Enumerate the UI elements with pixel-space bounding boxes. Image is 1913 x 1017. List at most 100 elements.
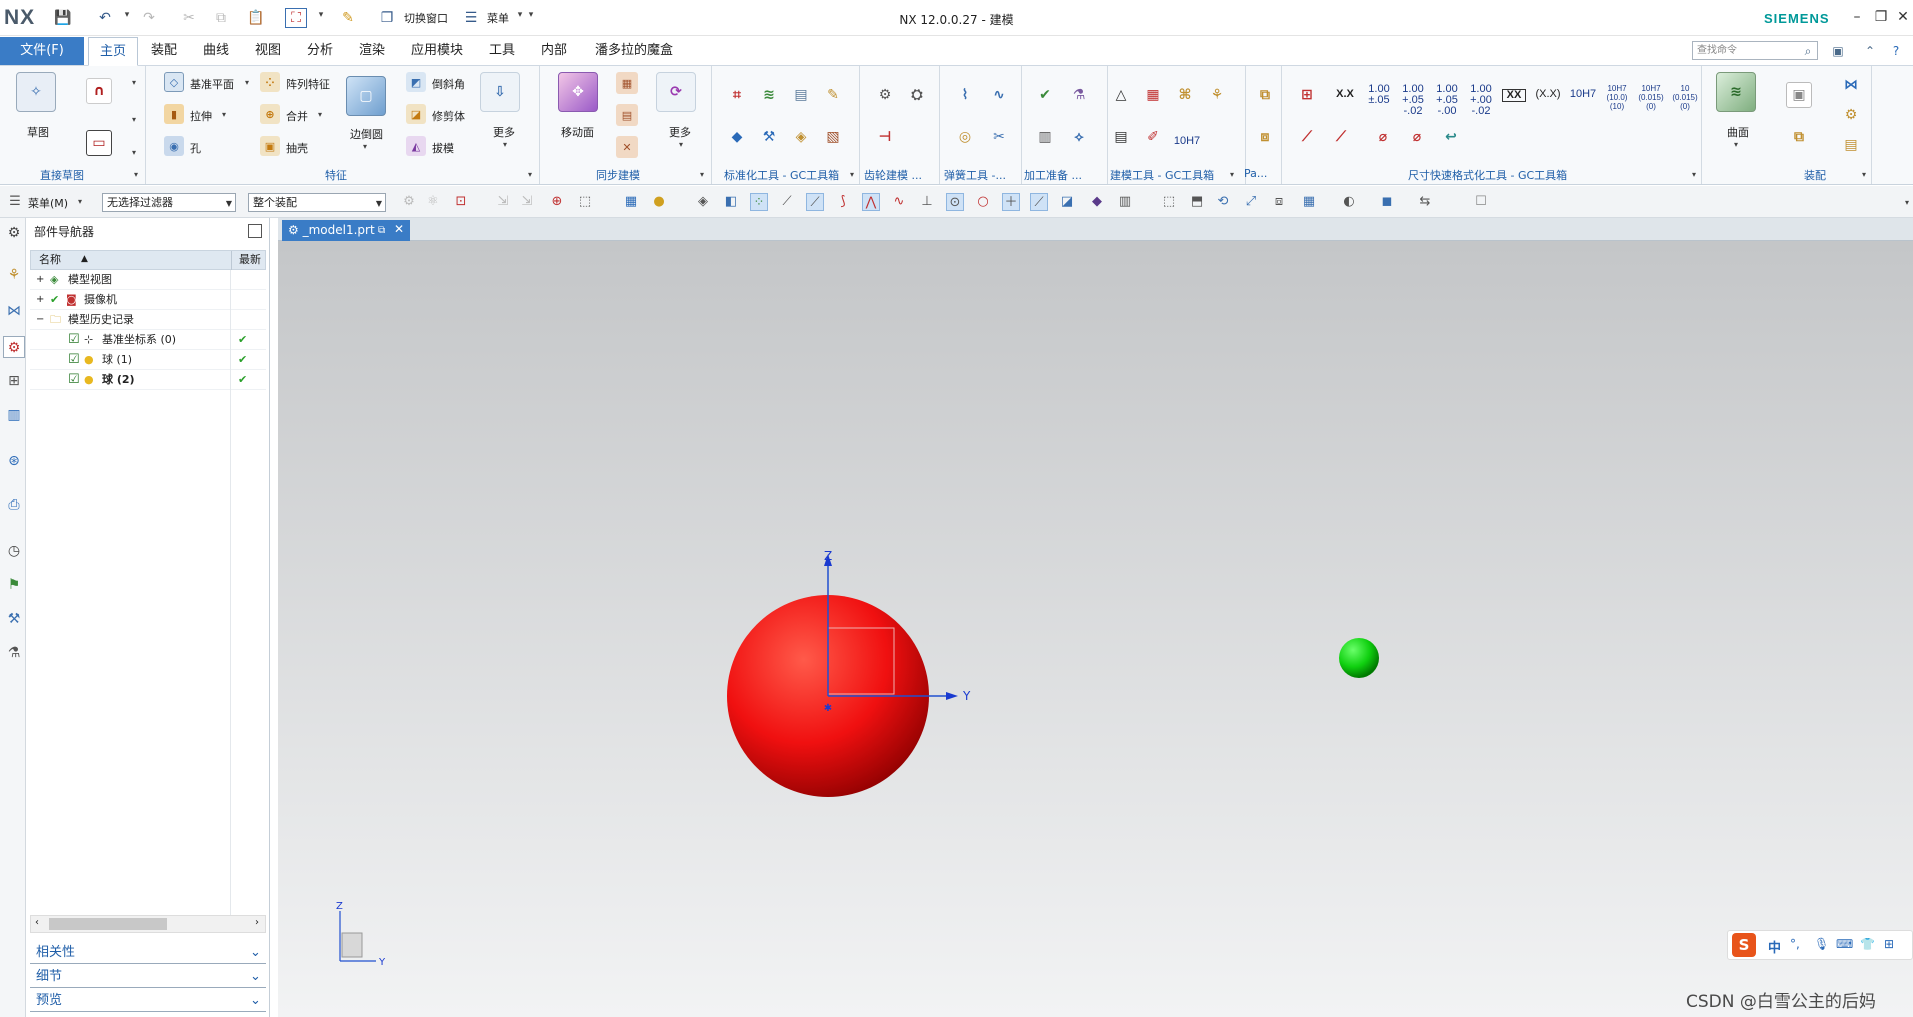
std-tool1-icon[interactable]: ⌗ [724,82,750,108]
tb-view9-icon[interactable]: ⇆ [1416,193,1434,211]
tab-home[interactable]: 主页 [88,37,138,66]
more-feature-dropdown[interactable]: ▾ [503,140,507,149]
scroll-left-icon[interactable]: ‹ [35,917,39,928]
trim-body-button[interactable]: 修剪体 [432,108,465,124]
modeling-tool4-icon[interactable]: ⚘ [1204,82,1230,108]
tb-view2-icon[interactable]: ⬒ [1188,193,1206,211]
assembly-tool4-icon[interactable]: ⚙ [1838,102,1864,128]
machining-tool1-icon[interactable]: ✔ [1032,82,1058,108]
dim-tol-00-02-button[interactable]: 1.00 +.00 -.02 [1466,84,1496,117]
surface-icon[interactable]: ≋ [1716,72,1756,112]
tb-view3-icon[interactable]: ⟲ [1214,193,1232,211]
surface-dropdown[interactable]: ▾ [1734,140,1738,149]
surface-button[interactable]: 曲面 [1727,124,1749,140]
assembly-tool1-icon[interactable]: ▣ [1786,82,1812,108]
std-tool7-icon[interactable]: ◈ [788,124,814,150]
tab-analysis[interactable]: 分析 [298,37,342,66]
extrude-icon[interactable]: ▮ [164,104,184,124]
panel-details[interactable]: 细节 ⌄ [30,966,266,988]
tb-select3-icon[interactable]: ⊡ [452,193,470,211]
system-icon[interactable]: ⚗ [3,642,25,664]
clock-icon[interactable]: ◷ [3,540,25,562]
dim-basic-button[interactable]: XX [1502,89,1526,102]
sketch-icon[interactable]: ✧ [16,72,56,112]
tb-view1-icon[interactable]: ⬚ [1160,193,1178,211]
tab-internal[interactable]: 内部 [532,37,576,66]
search-icon[interactable]: ⌕ [1800,43,1816,59]
pattern-feature-icon[interactable]: ⁘ [260,72,280,92]
checkbox-icon[interactable]: ☑ [68,350,80,370]
tab-pandora-box[interactable]: 潘多拉的魔盒 [584,37,684,66]
dim-value-tol-button[interactable]: 10 (0.015) (0) [1670,84,1700,111]
sphere-small[interactable] [1339,638,1379,678]
assembly-tool5-icon[interactable]: ▤ [1838,132,1864,158]
menu-m-button[interactable]: 菜单(M) [28,195,68,211]
sketch-dropdown2-icon[interactable]: ▾ [132,115,136,124]
tb-view6-icon[interactable]: ▦ [1300,193,1318,211]
tb-snap1-icon[interactable]: ◈ [694,193,712,211]
modeling-tools-more-icon[interactable]: ▾ [1230,170,1234,179]
tb-snap7-icon[interactable]: ⋀ [862,193,880,211]
tb-snap11-icon[interactable]: ○ [974,193,992,211]
dim-fit-button[interactable]: 10H7 [1568,89,1598,100]
tb-snap8-icon[interactable]: ∿ [890,193,908,211]
scroll-right-icon[interactable]: › [255,917,259,928]
tb-snap6-icon[interactable]: ⟆ [834,193,852,211]
group-more-icon[interactable]: ▾ [134,170,138,179]
tb-select6-icon[interactable]: ⊕ [548,193,566,211]
scroll-thumb[interactable] [49,918,167,930]
menu-m-dropdown[interactable]: ▾ [78,197,82,206]
dim-tol-05-02-button[interactable]: 1.00 +.05 -.02 [1398,84,1428,117]
gear-tool2-icon[interactable]: ⛭ [904,82,930,108]
tb-snap2-icon[interactable]: ◧ [722,193,740,211]
tb-view5-icon[interactable]: ⧈ [1270,193,1288,211]
graphics-window[interactable]: ✱ Z Y Z Y [278,241,1913,1017]
edge-blend-icon[interactable]: ▢ [346,76,386,116]
pattern-feature-button[interactable]: 阵列特征 [286,76,330,92]
chamfer-icon[interactable]: ◩ [406,72,426,92]
dim-reference-button[interactable]: (X.X) [1532,89,1564,100]
more-feature-icon[interactable]: ⇩ [480,72,520,112]
assembly-navigator-icon[interactable]: ⚘ [3,264,25,286]
maximize-navigator-icon[interactable] [248,224,262,238]
settings-icon[interactable]: ⚙ [3,222,25,244]
draft-icon[interactable]: ◭ [406,136,426,156]
more-sync-button[interactable]: 更多 [669,124,691,140]
assembly-more-icon[interactable]: ▾ [1862,170,1866,179]
pa-tool1-icon[interactable]: ⧉ [1252,82,1278,108]
sync-tool3-icon[interactable]: ✕ [616,136,638,158]
unite-button[interactable]: 合并 [286,108,308,124]
assembly-tool2-icon[interactable]: ⧉ [1786,124,1812,150]
std-tool3-icon[interactable]: ▤ [788,82,814,108]
standard-tools-more-icon[interactable]: ▾ [850,170,854,179]
panel-preview[interactable]: 预览 ⌄ [30,990,266,1012]
machining-tool2-icon[interactable]: ⚗ [1066,82,1092,108]
navigator-scrollbar[interactable]: ‹ › [30,915,266,933]
selection-filter-select[interactable]: 无选择过滤器 ▼ [102,193,236,212]
machining-tool3-icon[interactable]: ▥ [1032,124,1058,150]
unite-icon[interactable]: ⊕ [260,104,280,124]
restore-icon[interactable]: ❐ [1870,6,1892,28]
more-sync-icon[interactable]: ⟳ [656,72,696,112]
ime-toolbar[interactable]: S 中 °, 🎙 ⌨ 👕 ⊞ [1727,930,1913,960]
history-icon[interactable]: ⎙ [3,494,25,516]
reuse-library-icon[interactable]: ⊞ [3,370,25,392]
skin-icon[interactable]: 👕 [1860,937,1875,951]
collapse-ribbon-icon[interactable]: ⌃ [1862,43,1878,59]
checkbox-icon[interactable]: ☑ [68,330,80,350]
more-sync-dropdown[interactable]: ▾ [679,140,683,149]
tb-snap9-icon[interactable]: ⊥ [918,193,936,211]
tol-10h7-label[interactable]: 10H7 [1172,136,1202,147]
gear-tool1-icon[interactable]: ⚙ [872,82,898,108]
extrude-button[interactable]: 拉伸 [190,108,212,124]
modeling-tool2-icon[interactable]: ▦ [1140,82,1166,108]
tb-checkbox-icon[interactable]: ☐ [1472,193,1490,211]
sketch-dropdown-icon[interactable]: ▾ [132,78,136,87]
tb-snap13-icon[interactable]: ⟋ [1030,193,1048,211]
edge-blend-button[interactable]: 边倒圆 [350,126,383,142]
window-options-icon[interactable]: ▣ [1830,43,1846,59]
dim-tol-05-00-button[interactable]: 1.00 +.05 -.00 [1432,84,1462,117]
hole-icon[interactable]: ◉ [164,136,184,156]
tb-snap4-icon[interactable]: ⟋ [778,193,796,211]
spring-tool4-icon[interactable]: ✂ [986,124,1012,150]
